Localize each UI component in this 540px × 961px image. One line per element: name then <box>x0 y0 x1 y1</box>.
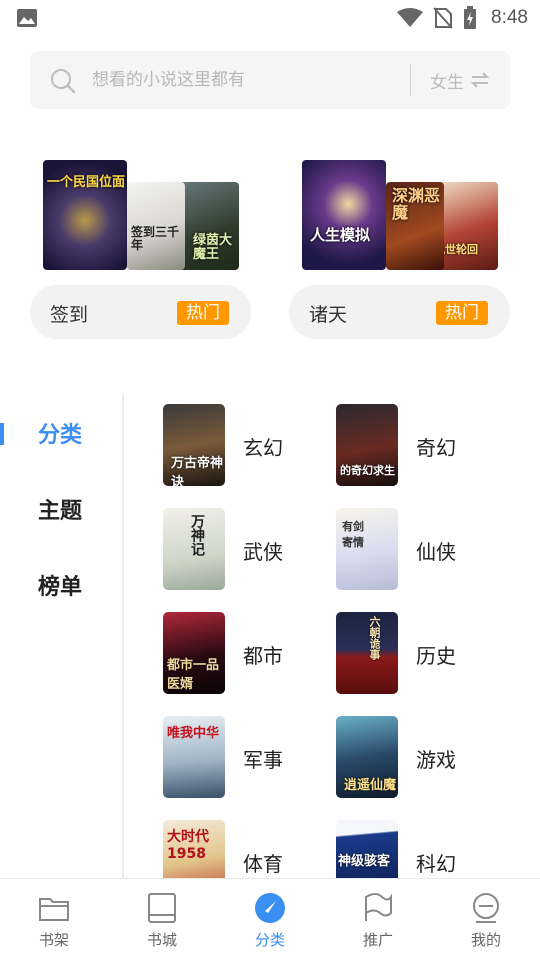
featured-label: 签到 <box>50 304 89 326</box>
user-icon <box>473 893 499 923</box>
tab-label: 书架 <box>38 931 69 949</box>
search-divider <box>410 64 411 96</box>
category-side-nav: 分类 主题 榜单 <box>0 393 124 878</box>
book-cover: 深渊恶魔 <box>386 182 444 270</box>
hot-badge: 热门 <box>436 301 488 325</box>
tab-category[interactable]: 分类 <box>216 879 324 961</box>
tab-profile[interactable]: 我的 <box>432 879 540 961</box>
category-cover: 六朝诡事 <box>336 612 398 694</box>
tab-label: 书城 <box>146 931 177 949</box>
search-bar[interactable]: 女生 <box>30 51 510 109</box>
featured-pill[interactable]: 诸天 热门 <box>289 285 510 339</box>
category-cover: 都市一品医婿 <box>163 612 225 694</box>
category-label: 仙侠 <box>416 540 456 564</box>
tab-bookstore[interactable]: 书城 <box>108 879 216 961</box>
category-item[interactable]: 逍遥仙魔 游戏 <box>336 716 496 800</box>
category-cover: 有剑寄情 <box>336 508 398 590</box>
category-label: 军事 <box>243 748 283 772</box>
category-cover: 的奇幻求生 <box>336 404 398 486</box>
cover-stack: 绿茵大魔王 签到三千年 一个民国位面 <box>43 160 239 272</box>
folder-icon <box>39 898 69 921</box>
search-input[interactable] <box>92 51 402 109</box>
category-label: 体育 <box>243 852 283 876</box>
category-label: 历史 <box>416 644 456 668</box>
image-notification-icon <box>17 9 37 27</box>
cover-stack: 九世轮回 深渊恶魔 人生模拟 <box>302 160 498 272</box>
category-cover: 万古帝神诀 <box>163 404 225 486</box>
gender-label: 女生 <box>430 72 464 93</box>
category-label: 奇幻 <box>416 436 456 460</box>
book-cover: 一个民国位面 <box>43 160 127 270</box>
gender-switch-button[interactable]: 女生 <box>430 51 490 109</box>
category-cover: 逍遥仙魔 <box>336 716 398 798</box>
tab-promotion[interactable]: 推广 <box>324 879 432 961</box>
wifi-icon <box>397 8 424 27</box>
side-nav-item-ranking[interactable]: 榜单 <box>38 569 82 601</box>
category-label: 玄幻 <box>243 436 283 460</box>
tab-bookshelf[interactable]: 书架 <box>0 879 108 961</box>
category-label: 科幻 <box>416 852 456 876</box>
status-bar: 8:48 <box>0 0 540 36</box>
category-item[interactable]: 万神记 武侠 <box>163 508 323 592</box>
category-item[interactable]: 万古帝神诀 玄幻 <box>163 404 323 488</box>
category-label: 都市 <box>243 644 283 668</box>
compass-icon <box>255 893 285 923</box>
bottom-tab-bar: 书架 书城 分类 推广 我的 <box>0 878 540 960</box>
featured-label: 诸天 <box>309 304 348 326</box>
flag-icon <box>365 893 392 921</box>
category-item[interactable]: 的奇幻求生 奇幻 <box>336 404 496 488</box>
status-time: 8:48 <box>491 7 528 28</box>
tab-label: 推广 <box>362 931 393 949</box>
category-cover: 万神记 <box>163 508 225 590</box>
category-cover: 唯我中华 <box>163 716 225 798</box>
tab-label: 我的 <box>470 931 501 949</box>
book-cover: 签到三千年 <box>127 182 185 270</box>
search-icon <box>51 69 76 94</box>
featured-pill[interactable]: 签到 热门 <box>30 285 251 339</box>
category-item[interactable]: 都市一品医婿 都市 <box>163 612 323 696</box>
status-icons: 8:48 <box>397 6 528 30</box>
tab-label: 分类 <box>254 931 285 949</box>
battery-charging-icon <box>464 6 477 29</box>
side-nav-item-category[interactable]: 分类 <box>38 417 82 449</box>
book-icon <box>148 893 176 923</box>
category-label: 游戏 <box>416 748 456 772</box>
featured-card-signin[interactable]: 绿茵大魔王 签到三千年 一个民国位面 签到 热门 <box>30 150 251 340</box>
swap-icon <box>470 72 490 88</box>
no-sim-icon <box>433 7 453 29</box>
side-nav-item-theme[interactable]: 主题 <box>38 493 82 525</box>
category-label: 武侠 <box>243 540 283 564</box>
active-indicator <box>0 423 4 445</box>
featured-card-zhutian[interactable]: 九世轮回 深渊恶魔 人生模拟 诸天 热门 <box>289 150 510 340</box>
book-cover: 人生模拟 <box>302 160 386 270</box>
category-item[interactable]: 唯我中华 军事 <box>163 716 323 800</box>
hot-badge: 热门 <box>177 301 229 325</box>
category-item[interactable]: 有剑寄情 仙侠 <box>336 508 496 592</box>
category-item[interactable]: 六朝诡事 历史 <box>336 612 496 696</box>
